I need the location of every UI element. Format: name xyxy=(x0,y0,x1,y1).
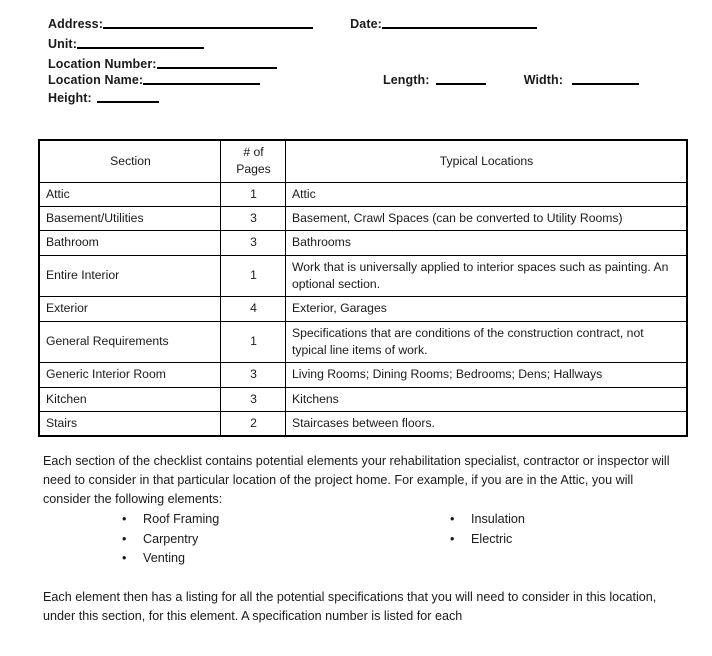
list-item: • Carpentry xyxy=(122,531,402,546)
cell-locations: Kitchens xyxy=(285,386,688,412)
cell-locations: Living Rooms; Dining Rooms; Bedrooms; De… xyxy=(285,362,688,388)
height-label: Height: xyxy=(48,91,92,105)
date-input-line[interactable] xyxy=(381,16,537,29)
cell-locations: Specifications that are conditions of th… xyxy=(285,320,688,364)
table-row: Bathroom 3 Bathrooms xyxy=(38,230,688,256)
date-label: Date: xyxy=(350,17,382,31)
address-label: Address: xyxy=(48,17,103,31)
address-field[interactable]: Address: xyxy=(48,16,313,31)
cell-locations: Work that is universally applied to inte… xyxy=(285,254,688,298)
unit-label: Unit: xyxy=(48,37,77,51)
attic-elements-list-right: • Insulation • Electric xyxy=(450,513,680,552)
cell-locations: Bathrooms xyxy=(285,230,688,256)
sections-table: Section # of Pages Typical Locations Att… xyxy=(38,139,688,438)
cell-pages: 1 xyxy=(220,254,286,298)
sections-table-wrapper: Section # of Pages Typical Locations Att… xyxy=(38,139,688,438)
bullet-icon: • xyxy=(122,512,127,526)
length-input-line[interactable] xyxy=(435,72,486,85)
cell-locations: Basement, Crawl Spaces (can be converted… xyxy=(285,205,688,232)
table-row: Attic 1 Attic xyxy=(38,181,688,207)
form-row-height: Height: xyxy=(48,90,159,105)
table-row: Entire Interior 1 Work that is universally… xyxy=(38,254,688,298)
form-row-length-width: Length: Width: xyxy=(383,72,640,87)
location-name-input-line[interactable] xyxy=(143,72,261,85)
location-name-field[interactable]: Location Name: xyxy=(48,72,261,87)
cell-pages: 1 xyxy=(220,320,286,364)
cell-section: Basement/Utilities xyxy=(38,205,221,232)
attic-elements-list-left: • Roof Framing • Carpentry • Venting xyxy=(122,513,402,572)
location-number-input-line[interactable] xyxy=(156,56,277,69)
intro-paragraph: Each section of the checklist contains p… xyxy=(43,454,670,507)
list-item: • Venting xyxy=(122,552,402,565)
header-cell-locations: Typical Locations xyxy=(285,139,688,183)
unit-input-line[interactable] xyxy=(76,36,204,49)
header-cell-pages: # of Pages xyxy=(220,139,286,183)
length-label: Length: xyxy=(383,73,430,87)
width-label: Width: xyxy=(523,73,564,87)
table-row: Exterior 4 Exterior, Garages xyxy=(38,296,688,322)
cell-section: Exterior xyxy=(38,296,221,322)
cell-section: Entire Interior xyxy=(38,254,221,298)
cell-pages: 1 xyxy=(220,181,286,207)
width-field[interactable]: Width: xyxy=(523,72,640,87)
cell-section: Generic Interior Room xyxy=(38,362,221,388)
cell-section: Bathroom xyxy=(38,230,221,256)
width-input-line[interactable] xyxy=(572,72,640,85)
list-item-label: Insulation xyxy=(471,512,525,526)
cell-section: Kitchen xyxy=(38,386,221,412)
form-header-block: Address: Date: Unit: Location Number: Lo… xyxy=(0,0,712,120)
list-item-label: Venting xyxy=(143,551,186,566)
list-item-label: Carpentry xyxy=(143,531,199,546)
cell-pages: 4 xyxy=(220,296,286,322)
height-input-line[interactable] xyxy=(96,90,159,103)
table-row: Generic Interior Room 3 Living Rooms; Dini… xyxy=(38,362,688,388)
address-input-line[interactable] xyxy=(102,16,313,29)
bullet-icon: • xyxy=(450,512,455,526)
cell-locations: Exterior, Garages xyxy=(285,296,688,322)
date-field[interactable]: Date: xyxy=(350,16,537,31)
table-row: Stairs 2 Staircases between floors. xyxy=(38,410,688,437)
header-pages-line1: # of xyxy=(243,145,264,159)
height-field[interactable]: Height: xyxy=(48,90,159,105)
list-item: • Electric xyxy=(450,531,680,546)
table-row: General Requirements 1 Specifications that… xyxy=(38,320,688,364)
table-row: Basement/Utilities 3 Basement, Crawl Space… xyxy=(38,205,688,232)
cell-pages: 2 xyxy=(220,410,286,437)
location-number-field[interactable]: Location Number: xyxy=(48,56,277,71)
cell-pages: 3 xyxy=(220,205,286,232)
location-name-label: Location Name: xyxy=(48,73,144,87)
cell-pages: 3 xyxy=(220,230,286,256)
bullet-icon: • xyxy=(122,531,127,546)
list-item: • Roof Framing xyxy=(122,513,402,526)
cell-locations: Staircases between floors. xyxy=(285,410,688,437)
header-cell-section: Section xyxy=(38,139,221,183)
outro-paragraph: Each element then has a listing for all … xyxy=(43,590,657,624)
list-item: • Insulation xyxy=(450,513,680,526)
bullet-icon: • xyxy=(450,531,455,546)
cell-section: General Requirements xyxy=(38,320,221,364)
table-header-row: Section # of Pages Typical Locations xyxy=(38,139,688,183)
cell-section: Attic xyxy=(38,181,221,207)
sections-table-body: Attic 1 Attic Basement/Utilities 3 Basement, … xyxy=(38,181,688,437)
form-row-location-name: Location Name: xyxy=(48,72,261,87)
unit-field[interactable]: Unit: xyxy=(48,36,204,51)
length-field[interactable]: Length: xyxy=(383,72,486,87)
form-row-location-number: Location Number: xyxy=(48,56,277,71)
list-item-label: Roof Framing xyxy=(143,512,220,526)
cell-section: Stairs xyxy=(38,410,221,437)
location-number-label: Location Number: xyxy=(48,57,157,71)
cell-locations: Attic xyxy=(285,181,688,207)
sections-table-head: Section # of Pages Typical Locations xyxy=(38,139,688,183)
table-row: Kitchen 3 Kitchens xyxy=(38,386,688,412)
list-item-label: Electric xyxy=(471,531,513,546)
form-row-address-date: Address: Date: xyxy=(48,16,537,31)
bullet-icon: • xyxy=(122,551,127,566)
form-row-unit: Unit: xyxy=(48,36,204,51)
header-pages-line2: Pages xyxy=(236,162,271,177)
cell-pages: 3 xyxy=(220,362,286,388)
cell-pages: 3 xyxy=(220,386,286,412)
